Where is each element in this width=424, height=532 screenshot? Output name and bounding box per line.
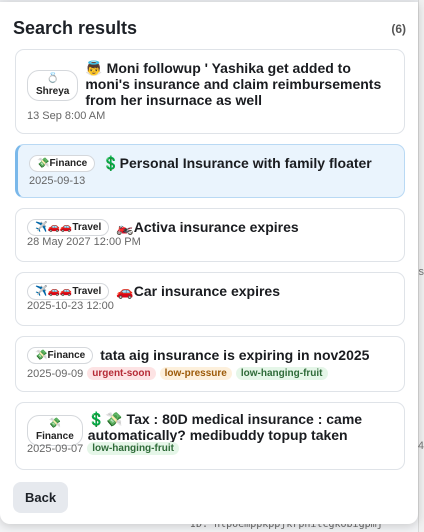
result-card[interactable]: 💸 Finance 💲💸 Tax : 80D medical insurance…	[15, 402, 405, 470]
result-date: 2025-09-07	[27, 442, 84, 455]
result-card[interactable]: 💸 Finance tata aig insurance is expiring…	[15, 336, 405, 392]
back-button[interactable]: Back	[13, 482, 69, 513]
category-tag-label: Finance	[36, 431, 74, 442]
background-edge-text: 4	[417, 440, 424, 452]
priority-badge[interactable]: low-hanging-fruit	[235, 367, 328, 380]
money-wings-icon: 💸	[35, 350, 48, 361]
priority-badge[interactable]: low-pressure	[159, 367, 232, 380]
result-title: 💲💸 Tax : 80D medical insurance : came au…	[87, 411, 363, 443]
category-tag-label: Finance	[49, 158, 88, 169]
result-card[interactable]: 💍 Shreya 👼 Moni followup ' Yashika get a…	[15, 49, 405, 134]
category-tag[interactable]: 💸 Finance	[27, 347, 94, 364]
category-tag[interactable]: ✈️🚗🚗 Travel	[27, 283, 110, 300]
result-card[interactable]: ✈️🚗🚗 Travel 🏍️Activa insurance expires 2…	[15, 208, 405, 262]
priority-badge[interactable]: urgent-soon	[87, 367, 156, 380]
category-tag[interactable]: 💸 Finance	[27, 415, 83, 446]
category-tag-label: Travel	[72, 222, 102, 233]
result-card[interactable]: 💸 Finance 💲Personal Insurance with famil…	[15, 144, 405, 198]
money-wings-icon: 💸	[37, 158, 50, 169]
search-results-panel: Search results (6) 💍 Shreya 👼 Moni follo…	[0, 2, 418, 524]
category-tag[interactable]: ✈️🚗🚗 Travel	[27, 219, 110, 236]
money-wings-icon: 💸	[48, 418, 62, 429]
result-card[interactable]: ✈️🚗🚗 Travel 🚗Car insurance expires 2025-…	[15, 272, 405, 326]
result-title: 👼 Moni followup ' Yashika get added to m…	[85, 60, 382, 108]
result-date: 13 Sep 8:00 AM	[27, 110, 106, 122]
result-title: 🏍️Activa insurance expires	[116, 219, 299, 235]
result-title: 💲Personal Insurance with family floater	[102, 155, 372, 171]
results-list: 💍 Shreya 👼 Moni followup ' Yashika get a…	[15, 49, 405, 480]
travel-icon: ✈️🚗🚗	[35, 286, 73, 297]
background-edge-text: s	[418, 266, 424, 278]
result-date: 2025-10-23 12:00	[27, 300, 114, 312]
result-date: 2025-09-13	[29, 175, 86, 187]
category-tag[interactable]: 💍 Shreya	[27, 70, 79, 101]
result-title: tata aig insurance is expiring in nov202…	[100, 347, 370, 363]
panel-header: Search results (6)	[13, 18, 406, 39]
result-date: 2025-09-09	[27, 367, 84, 380]
category-tag-label: Travel	[72, 286, 102, 297]
category-tag[interactable]: 💸 Finance	[29, 155, 96, 172]
results-count: (6)	[391, 21, 406, 36]
result-title: 🚗Car insurance expires	[116, 283, 281, 299]
priority-badge[interactable]: low-hanging-fruit	[87, 442, 179, 455]
panel-title: Search results	[13, 18, 138, 38]
ring-icon: 💍	[46, 73, 59, 84]
category-tag-label: Shreya	[36, 86, 70, 97]
travel-icon: ✈️🚗🚗	[35, 222, 73, 233]
category-tag-label: Finance	[47, 350, 86, 361]
result-date: 28 May 2027 12:00 PM	[27, 236, 141, 248]
